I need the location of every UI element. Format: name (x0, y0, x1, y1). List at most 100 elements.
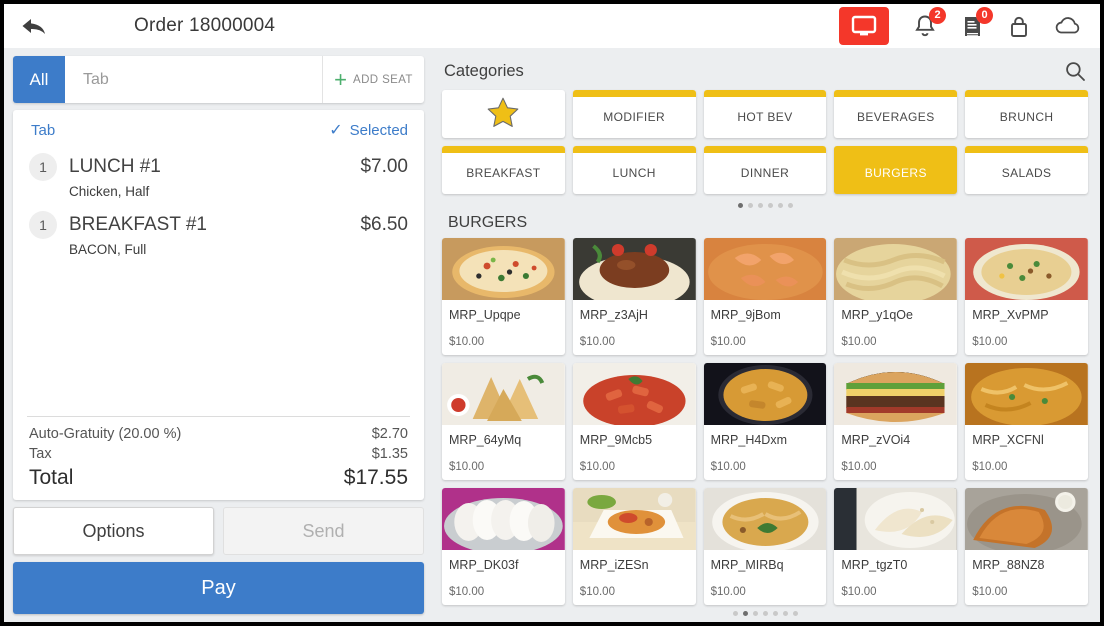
hamburger-menu-icon[interactable] (68, 17, 94, 36)
add-seat-button[interactable]: + ADD SEAT (322, 56, 424, 103)
send-button[interactable]: Send (223, 507, 424, 555)
options-button[interactable]: Options (13, 507, 214, 555)
gratuity-value: $2.70 (371, 426, 408, 442)
pagination-dot[interactable] (772, 611, 778, 616)
list-item[interactable]: 1 BREAKFAST #1 $6.50 BACON, Full (13, 206, 424, 264)
product-card[interactable]: MRP_XvPMP $10.00 (965, 238, 1088, 355)
category-accent-bar (703, 146, 827, 153)
category-accent-bar (572, 90, 696, 97)
list-item[interactable]: 1 LUNCH #1 $7.00 Chicken, Half (13, 148, 424, 206)
product-name: MRP_Upqpe (449, 308, 521, 322)
pay-button[interactable]: Pay (13, 562, 424, 614)
order-item-main-row: 1 LUNCH #1 $7.00 (29, 153, 408, 181)
pagination-dot[interactable] (777, 203, 783, 208)
biryani-photo (965, 363, 1088, 425)
product-grid: MRP_Upqpe $10.00 MRP_z3AjH $10.00 MRP_9j… (438, 238, 1092, 605)
monitor-icon[interactable] (839, 7, 889, 45)
pagination-dot[interactable] (752, 611, 758, 616)
category-tile-dinner[interactable]: DINNER (703, 146, 827, 194)
product-card[interactable]: MRP_Upqpe $10.00 (442, 238, 565, 355)
check-icon: ✓ (329, 121, 343, 139)
lock-icon[interactable] (1008, 14, 1030, 39)
back-arrow-icon[interactable] (20, 14, 48, 38)
item-modifiers: Chicken, Half (69, 184, 150, 199)
pagination-dot[interactable] (787, 203, 793, 208)
product-pagination-dots[interactable] (438, 605, 1092, 618)
category-pagination-dots[interactable] (438, 194, 1092, 212)
product-card[interactable]: MRP_XCFNl $10.00 (965, 363, 1088, 480)
product-name: MRP_zVOi4 (841, 433, 911, 447)
pagination-dot[interactable] (742, 611, 748, 616)
pagination-dot[interactable] (732, 611, 738, 616)
pagination-dot[interactable] (782, 611, 788, 616)
product-card[interactable]: MRP_88NZ8 $10.00 (965, 488, 1088, 605)
category-tile-burgers[interactable]: BURGERS (834, 146, 958, 194)
product-card[interactable]: MRP_MIRBq $10.00 (703, 488, 827, 605)
product-name: MRP_XCFNl (972, 433, 1044, 447)
product-card[interactable]: MRP_64yMq $10.00 (442, 363, 565, 480)
categories-title: Categories (444, 61, 524, 80)
product-card[interactable]: MRP_zVOi4 $10.00 (834, 363, 958, 480)
category-accent-bar (442, 146, 565, 153)
product-card[interactable]: MRP_DK03f $10.00 (442, 488, 565, 605)
product-price: $10.00 (710, 461, 746, 473)
pagination-dot[interactable] (767, 203, 773, 208)
penne-arrabiata-photo (572, 363, 696, 425)
category-tile-lunch[interactable]: LUNCH (572, 146, 696, 194)
category-tile-favorites[interactable] (442, 90, 565, 138)
pasta-pan-photo (703, 363, 827, 425)
product-name: MRP_tgzT0 (841, 558, 908, 572)
plus-icon: + (334, 66, 347, 92)
cloud-icon[interactable] (1054, 15, 1082, 37)
idli-photo (442, 488, 565, 550)
total-row-tax: Tax $1.35 (29, 444, 408, 464)
product-card[interactable]: MRP_H4Dxm $10.00 (703, 363, 827, 480)
product-name: MRP_DK03f (449, 558, 519, 572)
dosa-photo (965, 488, 1088, 550)
product-price: $10.00 (579, 336, 615, 348)
product-price: $10.00 (841, 461, 877, 473)
add-seat-label: ADD SEAT (353, 73, 413, 86)
category-accent-bar (572, 146, 696, 153)
category-tile-salads[interactable]: SALADS (965, 146, 1088, 194)
product-price: $10.00 (841, 336, 877, 348)
category-tile-hot-bev[interactable]: HOT BEV (703, 90, 827, 138)
bell-icon[interactable]: 2 (913, 6, 946, 39)
pos-app-screen: Order 18000004 2 0 All Tab + ADD SEAT Ta… (4, 4, 1100, 622)
product-name: MRP_9Mcb5 (579, 433, 653, 447)
product-card[interactable]: MRP_y1qOe $10.00 (834, 238, 958, 355)
pagination-dot[interactable] (762, 611, 768, 616)
pagination-dot[interactable] (737, 203, 743, 208)
header-left-group: Order 18000004 (20, 14, 275, 38)
product-card[interactable]: MRP_9jBom $10.00 (703, 238, 827, 355)
category-label: MODIFIER (603, 110, 666, 124)
product-card[interactable]: MRP_tgzT0 $10.00 (834, 488, 958, 605)
category-tile-breakfast[interactable]: BREAKFAST (442, 146, 565, 194)
seat-filter-all-button[interactable]: All (13, 56, 65, 103)
product-card[interactable]: MRP_9Mcb5 $10.00 (572, 363, 696, 480)
receipt-icon[interactable]: 0 (961, 6, 993, 39)
category-label: BRUNCH (999, 110, 1054, 124)
pagination-dot[interactable] (757, 203, 763, 208)
search-icon[interactable] (1064, 60, 1086, 82)
burger-photo (834, 363, 958, 425)
product-price: $10.00 (449, 586, 485, 598)
product-price: $10.00 (579, 586, 615, 598)
seat-tab-field[interactable]: Tab (65, 56, 322, 103)
pagination-dot[interactable] (747, 203, 753, 208)
grand-total-value: $17.55 (343, 466, 408, 489)
star-icon (486, 96, 520, 134)
pagination-dot[interactable] (792, 611, 798, 616)
product-card[interactable]: MRP_z3AjH $10.00 (572, 238, 696, 355)
product-card[interactable]: MRP_iZESn $10.00 (572, 488, 696, 605)
category-label: LUNCH (612, 166, 656, 180)
item-modifiers: BACON, Full (69, 242, 147, 257)
selected-toggle[interactable]: ✓ Selected (329, 122, 408, 139)
gratuity-label: Auto-Gratuity (20.00 %) (29, 426, 182, 442)
main-body: All Tab + ADD SEAT Tab ✓ Selected 1 LUNC… (4, 48, 1100, 622)
product-name: MRP_y1qOe (841, 308, 913, 322)
category-tile-beverages[interactable]: BEVERAGES (834, 90, 958, 138)
category-tile-brunch[interactable]: BRUNCH (965, 90, 1088, 138)
pulao-photo (703, 488, 827, 550)
category-tile-modifier[interactable]: MODIFIER (572, 90, 696, 138)
